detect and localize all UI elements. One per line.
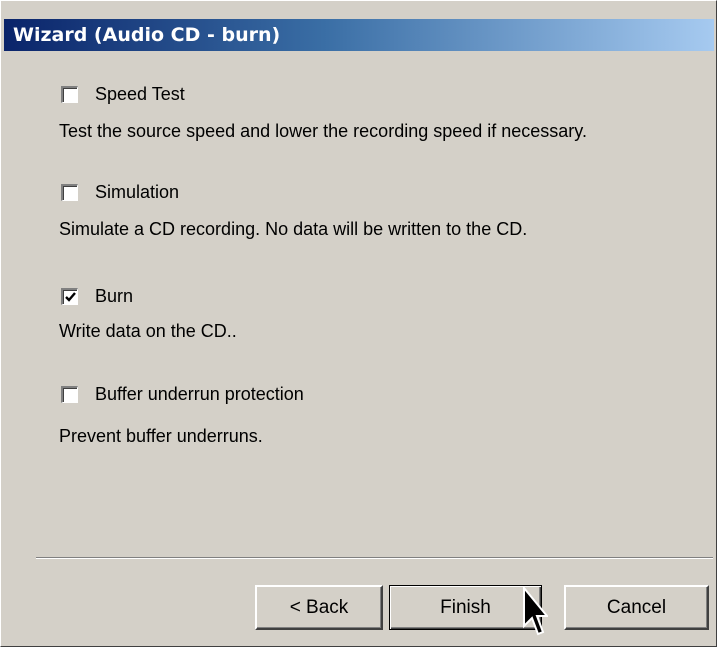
speed-test-checkbox[interactable] — [61, 85, 78, 103]
checkmark-icon — [65, 291, 76, 302]
simulation-description: Simulate a CD recording. No data will be… — [59, 219, 528, 239]
buffer-underrun-label: Buffer underrun protection — [95, 383, 304, 404]
buffer-underrun-description: Prevent buffer underruns. — [59, 426, 263, 446]
finish-button[interactable]: Finish — [389, 585, 542, 630]
title-bar: Wizard (Audio CD - burn) — [4, 19, 714, 51]
window-title: Wizard (Audio CD - burn) — [13, 24, 281, 46]
speed-test-option[interactable]: Speed Test — [61, 82, 185, 106]
speed-test-description: Test the source speed and lower the reco… — [59, 121, 587, 141]
separator — [36, 557, 713, 559]
burn-option[interactable]: Burn — [61, 284, 133, 308]
arrow-cursor-icon — [523, 586, 548, 636]
cancel-button[interactable]: Cancel — [564, 585, 709, 630]
back-button[interactable]: < Back — [255, 585, 383, 630]
simulation-label: Simulation — [95, 181, 180, 202]
buffer-underrun-checkbox[interactable] — [61, 385, 78, 403]
burn-checkbox[interactable] — [61, 287, 78, 305]
simulation-option[interactable]: Simulation — [61, 180, 179, 204]
simulation-checkbox[interactable] — [61, 183, 78, 201]
burn-description: Write data on the CD.. — [59, 321, 237, 341]
wizard-dialog: Wizard (Audio CD - burn) Speed Test Test… — [0, 0, 717, 647]
speed-test-label: Speed Test — [95, 83, 185, 104]
burn-label: Burn — [95, 285, 134, 306]
buffer-underrun-option[interactable]: Buffer underrun protection — [61, 382, 304, 406]
